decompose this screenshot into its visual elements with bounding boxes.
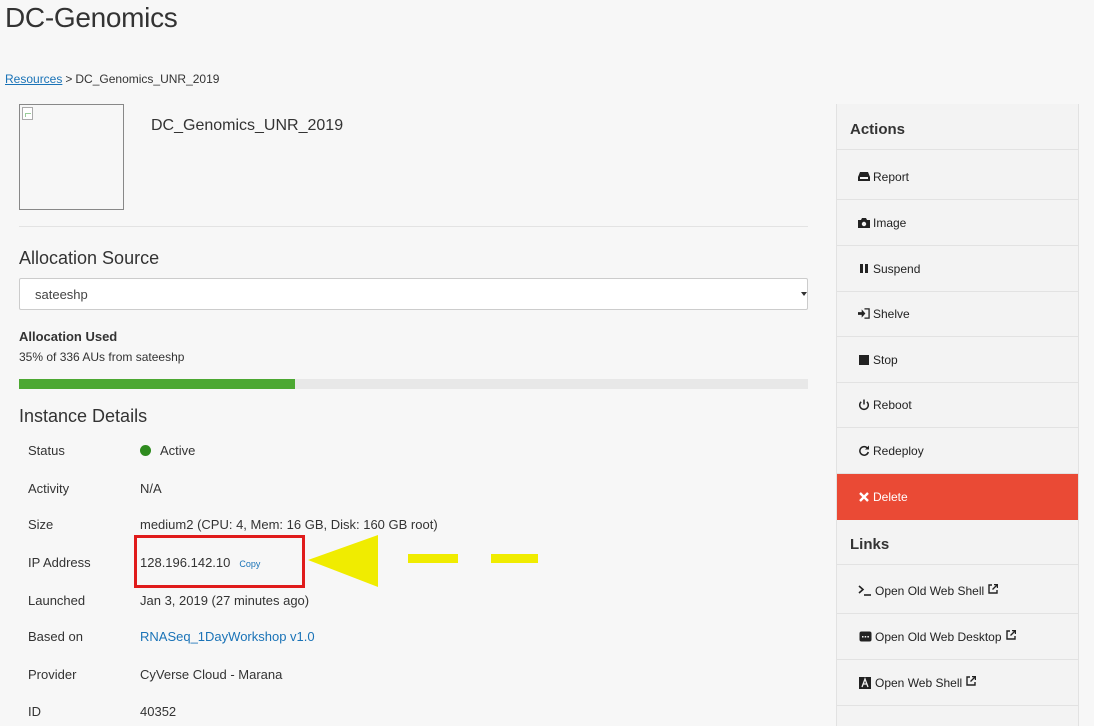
action-redeploy[interactable]: Redeploy <box>837 428 1078 474</box>
annotation-arrow-dash <box>408 554 458 563</box>
detail-value: RNASeq_1DayWorkshop v1.0 <box>140 629 315 644</box>
action-label: Report <box>873 169 910 184</box>
detail-row-based-on: Based on RNASeq_1DayWorkshop v1.0 <box>28 629 788 649</box>
link-old-web-shell[interactable]: Open Old Web Shell <box>837 568 1078 614</box>
allocation-progress-fill <box>19 379 296 389</box>
allocation-source-value: sateeshp <box>35 287 88 302</box>
allocation-used-text: 35% of 336 AUs from sateeshp <box>19 350 185 364</box>
action-label: Shelve <box>873 306 910 321</box>
times-icon <box>858 491 870 503</box>
link-web-shell[interactable]: Open Web Shell <box>837 660 1078 706</box>
action-shelve[interactable]: Shelve <box>837 291 1078 337</box>
action-report[interactable]: Report <box>837 154 1078 200</box>
instance-thumbnail <box>19 104 124 210</box>
external-link-icon <box>988 583 999 597</box>
caret-down-icon <box>801 279 807 309</box>
detail-row-launched: Launched Jan 3, 2019 (27 minutes ago) <box>28 593 788 613</box>
action-stop[interactable]: Stop <box>837 337 1078 383</box>
detail-value: CyVerse Cloud - Marana <box>140 667 283 682</box>
allocation-progress-bar <box>19 379 808 389</box>
detail-value: Active <box>140 443 195 458</box>
action-suspend[interactable]: Suspend <box>837 246 1078 292</box>
detail-key: Size <box>28 517 54 532</box>
annotation-arrow <box>308 535 538 587</box>
desktop-icon <box>858 631 872 643</box>
action-label: Delete <box>873 490 908 504</box>
action-delete[interactable]: Delete <box>837 474 1078 520</box>
link-label: Open Old Web Shell <box>875 583 985 598</box>
external-link-icon <box>966 675 977 689</box>
detail-row-status: Status Active <box>28 443 788 463</box>
action-label: Image <box>873 215 907 230</box>
detail-row-provider: Provider CyVerse Cloud - Marana <box>28 667 788 687</box>
terminal-icon <box>858 585 872 597</box>
action-label: Suspend <box>873 261 921 276</box>
breadcrumb-separator: > <box>65 72 73 86</box>
breadcrumb-resources-link[interactable]: Resources <box>5 72 62 86</box>
divider <box>19 226 808 227</box>
detail-key: IP Address <box>28 555 91 570</box>
allocation-source-select[interactable]: sateeshp <box>19 278 808 310</box>
web-shell-icon <box>858 676 872 689</box>
camera-icon <box>858 217 870 229</box>
detail-key: Activity <box>28 481 70 496</box>
power-icon <box>858 399 870 411</box>
detail-value: 40352 <box>140 704 177 719</box>
inbox-icon <box>858 171 870 183</box>
annotation-arrow-head <box>308 535 378 587</box>
detail-key: Based on <box>28 629 83 644</box>
action-label: Reboot <box>873 397 912 412</box>
sidebar: Actions Report Image Suspend Shelve Stop… <box>836 104 1079 726</box>
action-label: Stop <box>873 352 898 367</box>
detail-key: ID <box>28 704 41 719</box>
status-dot-icon <box>140 445 151 456</box>
link-label: Open Web Shell <box>875 675 963 690</box>
link-old-web-desktop[interactable]: Open Old Web Desktop <box>837 614 1078 660</box>
external-link-icon <box>1005 629 1016 643</box>
detail-row-activity: Activity N/A <box>28 481 788 501</box>
detail-key: Status <box>28 443 65 458</box>
broken-image-icon <box>22 107 33 120</box>
detail-key: Provider <box>28 667 77 682</box>
action-reboot[interactable]: Reboot <box>837 382 1078 428</box>
detail-value: medium2 (CPU: 4, Mem: 16 GB, Disk: 160 G… <box>140 517 438 532</box>
breadcrumb: Resources > DC_Genomics_UNR_2019 <box>5 72 219 86</box>
instance-name: DC_Genomics_UNR_2019 <box>151 117 344 134</box>
actions-heading: Actions <box>837 104 1078 150</box>
redo-icon <box>858 445 870 457</box>
links-heading: Links <box>837 519 1078 565</box>
link-label: Open Old Web Desktop <box>875 629 1002 644</box>
page-title: DC-Genomics <box>5 2 178 33</box>
pause-icon <box>858 263 870 275</box>
action-image[interactable]: Image <box>837 200 1078 246</box>
breadcrumb-current: DC_Genomics_UNR_2019 <box>75 72 220 86</box>
annotation-highlight-box <box>134 535 305 588</box>
detail-value: N/A <box>140 481 162 496</box>
sign-in-icon <box>858 308 870 320</box>
allocation-source-heading: Allocation Source <box>19 248 160 268</box>
status-value: Active <box>160 443 196 458</box>
action-label: Redeploy <box>873 443 924 458</box>
detail-key: Launched <box>28 593 86 608</box>
based-on-image-link[interactable]: RNASeq_1DayWorkshop v1.0 <box>140 629 315 644</box>
allocation-used-label: Allocation Used <box>19 329 118 344</box>
annotation-arrow-dash <box>491 554 538 563</box>
stop-icon <box>858 354 870 366</box>
instance-details-heading: Instance Details <box>19 406 148 426</box>
detail-value: Jan 3, 2019 (27 minutes ago) <box>140 593 310 608</box>
detail-row-id: ID 40352 <box>28 704 788 724</box>
